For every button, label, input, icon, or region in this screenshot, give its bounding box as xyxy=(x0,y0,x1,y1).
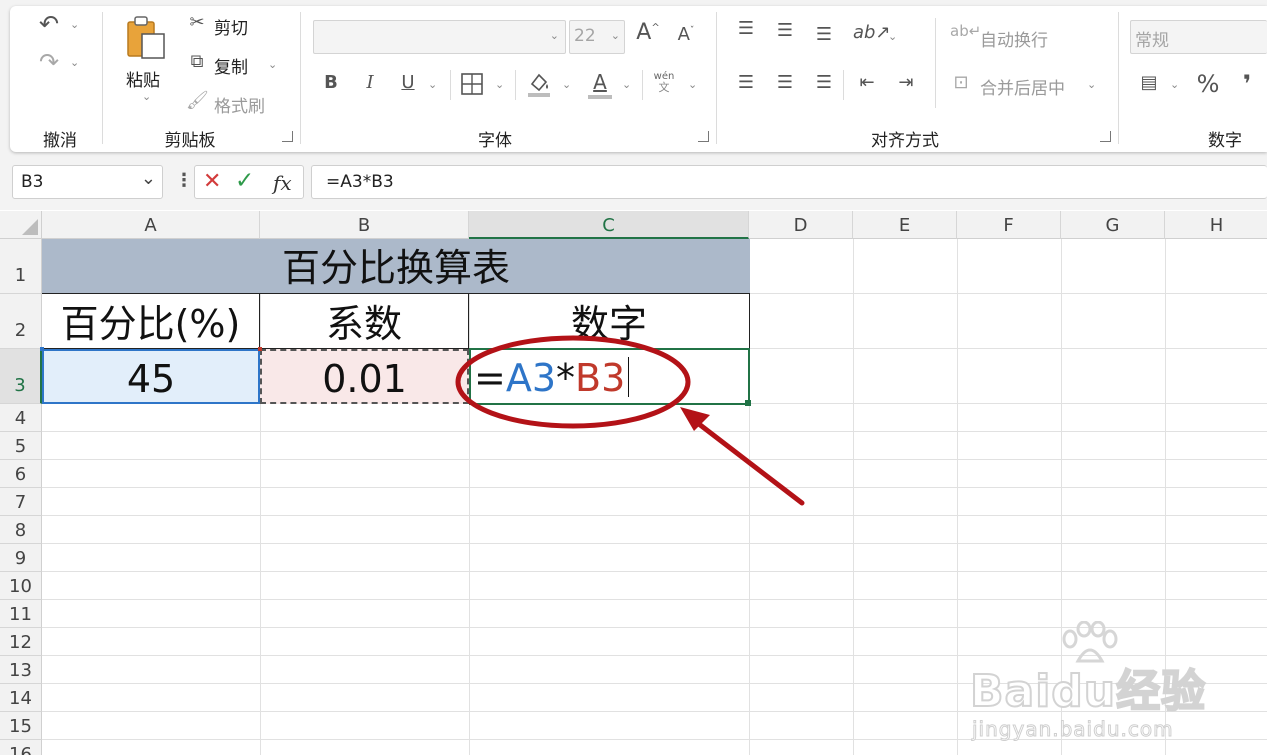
underline-dropdown-icon[interactable]: ⌄ xyxy=(428,78,437,91)
formula-text: =A3*B3 xyxy=(326,172,394,192)
accounting-format-icon[interactable]: ▤ xyxy=(1136,74,1162,92)
align-top-icon[interactable]: ☰ xyxy=(735,20,757,38)
align-middle-icon[interactable]: ☰ xyxy=(774,22,796,40)
copy-button[interactable]: 复制 xyxy=(214,53,248,78)
font-color-dropdown-icon[interactable]: ⌄ xyxy=(622,78,631,91)
borders-icon[interactable] xyxy=(460,72,484,100)
bold-icon[interactable]: B xyxy=(320,74,342,92)
formula-bar: B3 ⌄ ⋮ ✕ ✓ fx =A3*B3 xyxy=(0,160,1267,210)
chevron-down-icon: ⌄ xyxy=(610,29,620,42)
fill-color-dropdown-icon[interactable]: ⌄ xyxy=(562,78,571,91)
font-size-select[interactable]: 22 ⌄ xyxy=(569,20,625,54)
clipboard-dialog-launcher-icon[interactable] xyxy=(282,131,293,142)
increase-font-size-icon[interactable]: A^ xyxy=(635,22,661,44)
watermark-brand: Baidu经验 xyxy=(969,665,1207,718)
merge-center-button: 合并后居中 xyxy=(980,79,1065,99)
chevron-down-icon: ⌄ xyxy=(549,29,559,42)
merge-dropdown-icon: ⌄ xyxy=(1087,78,1097,91)
italic-icon[interactable]: I xyxy=(359,74,381,92)
number-format-value: 常规 xyxy=(1135,31,1169,51)
baidu-watermark: Baidu经验 jingyan.baidu.com xyxy=(968,620,1208,742)
format-painter-button: 格式刷 xyxy=(214,97,265,117)
name-box[interactable]: B3 ⌄ xyxy=(12,165,163,199)
cut-button[interactable]: 剪切 xyxy=(214,14,248,39)
wrap-text-icon: ab↵ xyxy=(950,22,982,40)
align-right-icon[interactable]: ☰ xyxy=(813,74,835,92)
undo-group-label: 撤消 xyxy=(43,131,77,151)
phonetic-char: 文 xyxy=(658,81,670,94)
group-divider xyxy=(1118,12,1119,144)
group-divider-light xyxy=(935,18,936,108)
paste-button[interactable]: 粘贴 xyxy=(126,66,160,91)
redo-icon: ↷ xyxy=(38,48,60,76)
comma-style-icon[interactable]: ❜ xyxy=(1238,72,1256,96)
formula-actions: ✕ ✓ fx xyxy=(194,165,304,199)
redo-dropdown-icon: ⌄ xyxy=(70,56,80,69)
font-color-glyph: A xyxy=(593,70,607,94)
copy-icon[interactable]: ⧉ xyxy=(186,53,208,71)
borders-dropdown-icon[interactable]: ⌄ xyxy=(495,78,504,91)
cancel-icon[interactable]: ✕ xyxy=(203,169,221,194)
percent-style-icon[interactable]: % xyxy=(1194,72,1222,96)
font-name-select[interactable]: ⌄ xyxy=(313,20,566,54)
font-group-label: 字体 xyxy=(478,131,512,151)
font-color-icon[interactable]: A xyxy=(588,70,612,99)
copy-dropdown-icon[interactable]: ⌄ xyxy=(268,58,277,71)
merge-center-icon: ⊡ xyxy=(953,72,969,93)
alignment-dialog-launcher-icon[interactable] xyxy=(1100,131,1111,142)
chevron-down-icon[interactable]: ⌄ xyxy=(141,168,156,189)
toolbar-divider xyxy=(843,70,844,100)
font-size-value: 22 xyxy=(574,26,596,46)
orientation-icon[interactable]: ab↗ xyxy=(853,24,891,42)
wrap-text-button: 自动换行 xyxy=(980,31,1048,51)
formula-input[interactable]: =A3*B3 xyxy=(311,165,1267,199)
ribbon: ↶ ⌄ ↷ ⌄ 撤消 粘贴 ⌄ ✂ 剪切 ⧉ 复制 ⌄ 🖌 格式刷 剪贴板 ⌄ … xyxy=(0,0,1267,160)
undo-dropdown-icon[interactable]: ⌄ xyxy=(70,18,79,31)
group-divider xyxy=(102,12,103,144)
paste-dropdown-icon[interactable]: ⌄ xyxy=(142,90,151,103)
orientation-dropdown-icon[interactable]: ⌄ xyxy=(888,30,897,43)
underline-icon[interactable]: U xyxy=(397,74,419,92)
increase-indent-icon[interactable]: ⇥ xyxy=(894,74,918,92)
align-center-icon[interactable]: ☰ xyxy=(774,74,796,92)
font-dialog-launcher-icon[interactable] xyxy=(698,131,709,142)
format-painter-icon: 🖌 xyxy=(186,90,209,111)
toolbar-divider xyxy=(642,70,643,100)
name-box-value: B3 xyxy=(21,172,44,192)
highlight-ellipse xyxy=(455,335,691,429)
align-left-icon[interactable]: ☰ xyxy=(735,74,757,92)
phonetic-dropdown-icon[interactable]: ⌄ xyxy=(688,78,697,91)
toolbar-divider xyxy=(515,70,516,100)
paste-icon[interactable] xyxy=(126,14,166,60)
align-bottom-icon[interactable]: ☰ xyxy=(813,26,835,44)
cut-icon[interactable]: ✂ xyxy=(186,14,208,32)
number-group-label: 数字 xyxy=(1208,131,1242,151)
watermark-url: jingyan.baidu.com xyxy=(972,717,1174,742)
number-format-select[interactable]: 常规 xyxy=(1130,20,1267,54)
worksheet-grid[interactable]: A B C D E F G H 1 2 3 4 5 6 7 8 9 10 11 … xyxy=(0,211,1267,755)
accounting-dropdown-icon[interactable]: ⌄ xyxy=(1170,78,1179,91)
decrease-indent-icon[interactable]: ⇤ xyxy=(855,74,879,92)
group-divider xyxy=(716,12,717,144)
group-divider xyxy=(300,12,301,144)
insert-function-icon[interactable]: fx xyxy=(273,171,292,195)
phonetic-guide-icon[interactable]: wén 文 xyxy=(652,72,676,94)
alignment-group-label: 对齐方式 xyxy=(871,131,939,151)
more-options-icon[interactable]: ⋮ xyxy=(175,170,193,191)
enter-icon[interactable]: ✓ xyxy=(235,168,254,194)
pointer-arrow-line xyxy=(692,418,805,506)
undo-icon[interactable]: ↶ xyxy=(34,12,64,36)
toolbar-divider xyxy=(450,70,451,100)
decrease-font-size-icon[interactable]: Aˇ xyxy=(674,26,698,44)
fill-color-icon[interactable] xyxy=(526,70,552,102)
clipboard-group-label: 剪贴板 xyxy=(164,131,216,151)
